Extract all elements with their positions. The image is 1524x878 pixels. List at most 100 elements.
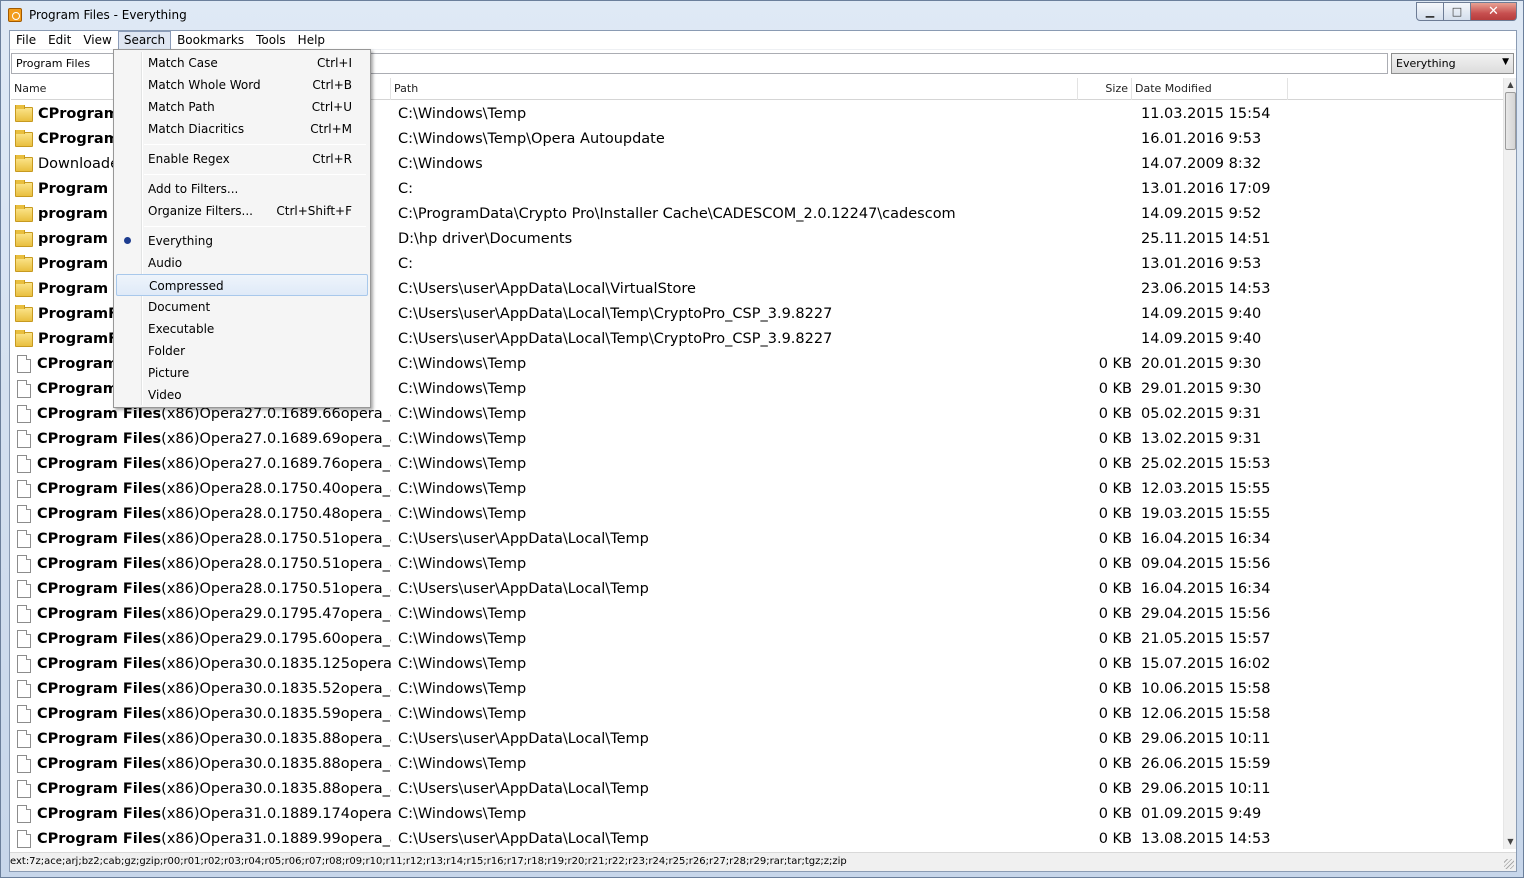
file-icon xyxy=(17,829,31,848)
table-row[interactable]: CProgram Files (x86)Opera28.0.1750.51ope… xyxy=(11,526,1503,551)
file-icon xyxy=(17,804,31,823)
filter-selected-value: Everything xyxy=(1396,57,1456,70)
cell-name: CProgram Files (x86)Opera27.0.1689.69ope… xyxy=(11,429,391,448)
menu-item-add-to-filters[interactable]: Add to Filters... xyxy=(116,178,368,200)
menu-item-filter-audio[interactable]: Audio xyxy=(116,252,368,274)
table-row[interactable]: CProgram Files (x86)Opera30.0.1835.88ope… xyxy=(11,751,1503,776)
table-row[interactable]: CProgram Files (x86)Opera30.0.1835.125op… xyxy=(11,651,1503,676)
title-bar[interactable]: Program Files - Everything ▁ □ ✕ xyxy=(1,1,1524,30)
cell-date-modified: 16.04.2015 16:34 xyxy=(1141,580,1271,597)
table-row[interactable]: CProgram Files (x86)Opera30.0.1835.59ope… xyxy=(11,701,1503,726)
menu-item-shortcut: Ctrl+U xyxy=(311,100,352,114)
menu-item-match-diacritics[interactable]: Match Diacritics Ctrl+M xyxy=(116,118,368,140)
file-icon xyxy=(17,779,31,798)
table-row[interactable]: CProgram Files (x86)Opera31.0.1889.99ope… xyxy=(11,826,1503,849)
cell-date-modified: 29.06.2015 10:11 xyxy=(1141,780,1271,797)
menu-item-filter-video[interactable]: Video xyxy=(116,384,368,406)
column-header-path[interactable]: Path xyxy=(391,78,1078,100)
status-text: ext:7z;ace;arj;bz2;cab;gz;gzip;r00;r01;r… xyxy=(10,856,847,867)
cell-date-modified: 13.01.2016 17:09 xyxy=(1141,180,1271,197)
table-row[interactable]: CProgram Files (x86)Opera31.0.1889.174op… xyxy=(11,801,1503,826)
name-match-text: program fi xyxy=(38,230,124,247)
menu-item-filter-compressed[interactable]: Compressed xyxy=(116,274,368,296)
table-row[interactable]: CProgram Files (x86)Opera28.0.1750.48ope… xyxy=(11,501,1503,526)
cell-name: CProgram Files (x86)Opera28.0.1750.48ope… xyxy=(11,504,391,523)
menu-item-filter-document[interactable]: Document xyxy=(116,296,368,318)
table-row[interactable]: CProgram Files (x86)Opera28.0.1750.51ope… xyxy=(11,576,1503,601)
table-row[interactable]: CProgram Files (x86)Opera30.0.1835.88ope… xyxy=(11,726,1503,751)
cell-date-modified: 25.02.2015 15:53 xyxy=(1141,455,1271,472)
table-row[interactable]: CProgram Files (x86)Opera27.0.1689.76ope… xyxy=(11,451,1503,476)
menu-view[interactable]: View xyxy=(77,31,117,50)
cell-path: C:\ProgramData\Crypto Pro\Installer Cach… xyxy=(398,205,956,222)
menu-bookmarks[interactable]: Bookmarks xyxy=(171,31,250,50)
menu-item-label: Enable Regex xyxy=(148,152,230,166)
column-header-date-modified[interactable]: Date Modified xyxy=(1132,78,1288,100)
cell-path: C:\Windows\Temp xyxy=(398,355,527,372)
menu-item-shortcut: Ctrl+B xyxy=(312,78,352,92)
minimize-button[interactable]: ▁ xyxy=(1416,2,1444,21)
name-match-text: CProgram Files xyxy=(37,705,162,722)
menu-item-filter-folder[interactable]: Folder xyxy=(116,340,368,362)
table-row[interactable]: CProgram Files (x86)Opera28.0.1750.40ope… xyxy=(11,476,1503,501)
cell-path: C:\Users\user\AppData\Local\Temp xyxy=(398,530,649,547)
table-row[interactable]: CProgram Files (x86)Opera29.0.1795.60ope… xyxy=(11,626,1503,651)
name-match-text: Program F xyxy=(38,180,124,197)
scroll-down-arrow-icon[interactable]: ▼ xyxy=(1504,835,1517,849)
menu-item-shortcut: Ctrl+I xyxy=(317,56,352,70)
menu-item-filter-executable[interactable]: Executable xyxy=(116,318,368,340)
cell-date-modified: 25.11.2015 14:51 xyxy=(1141,230,1271,247)
name-match-text: CProgram Files xyxy=(37,555,162,572)
table-row[interactable]: CProgram Files (x86)Opera30.0.1835.88ope… xyxy=(11,776,1503,801)
cell-name: CProgram Files (x86)Opera27.0.1689.76ope… xyxy=(11,454,391,473)
menu-item-enable-regex[interactable]: Enable Regex Ctrl+R xyxy=(116,148,368,170)
name-match-text: CProgram Files xyxy=(37,630,162,647)
name-rest-text: (x86)Opera31.0.1889.99opera_a... xyxy=(161,830,391,847)
name-match-text: CProgram xyxy=(37,355,118,372)
cell-date-modified: 14.09.2015 9:40 xyxy=(1141,305,1262,322)
filter-select[interactable]: Everything ▼ xyxy=(1391,53,1514,74)
cell-date-modified: 14.07.2009 8:32 xyxy=(1141,155,1262,172)
cell-size: 0 KB xyxy=(1098,630,1132,647)
file-icon xyxy=(17,379,31,398)
menu-separator xyxy=(144,226,366,227)
scroll-thumb[interactable] xyxy=(1505,92,1516,150)
resize-grip-icon[interactable] xyxy=(1504,859,1514,869)
table-row[interactable]: CProgram Files (x86)Opera29.0.1795.47ope… xyxy=(11,601,1503,626)
cell-date-modified: 15.07.2015 16:02 xyxy=(1141,655,1271,672)
menu-item-organize-filters[interactable]: Organize Filters... Ctrl+Shift+F xyxy=(116,200,368,222)
menu-item-match-case[interactable]: Match Case Ctrl+I xyxy=(116,52,368,74)
cell-path: C:\Windows\Temp xyxy=(398,480,527,497)
cell-date-modified: 10.06.2015 15:58 xyxy=(1141,680,1271,697)
menu-item-filter-everything[interactable]: Everything xyxy=(116,230,368,252)
menu-item-match-path[interactable]: Match Path Ctrl+U xyxy=(116,96,368,118)
file-icon xyxy=(17,479,31,498)
table-row[interactable]: CProgram Files (x86)Opera27.0.1689.69ope… xyxy=(11,426,1503,451)
menu-edit[interactable]: Edit xyxy=(42,31,77,50)
cell-size: 0 KB xyxy=(1098,555,1132,572)
scroll-up-arrow-icon[interactable]: ▲ xyxy=(1504,78,1517,92)
menu-tools[interactable]: Tools xyxy=(250,31,292,50)
cell-size: 0 KB xyxy=(1098,380,1132,397)
cell-size: 0 KB xyxy=(1098,505,1132,522)
file-icon xyxy=(17,454,31,473)
maximize-button[interactable]: □ xyxy=(1444,2,1471,21)
menu-search[interactable]: Search xyxy=(117,31,172,50)
menu-item-match-whole-word[interactable]: Match Whole Word Ctrl+B xyxy=(116,74,368,96)
cell-name: CProgram Files (x86)Opera31.0.1889.99ope… xyxy=(11,829,391,848)
table-row[interactable]: CProgram Files (x86)Opera28.0.1750.51ope… xyxy=(11,551,1503,576)
table-row[interactable]: CProgram Files (x86)Opera30.0.1835.52ope… xyxy=(11,676,1503,701)
name-match-text: CProgram Files xyxy=(37,505,162,522)
name-match-text: CProgram Files xyxy=(37,455,162,472)
menu-item-filter-picture[interactable]: Picture xyxy=(116,362,368,384)
menu-help[interactable]: Help xyxy=(292,31,331,50)
cell-size: 0 KB xyxy=(1098,480,1132,497)
name-rest-text: (x86)Opera28.0.1750.51opera_a... xyxy=(161,530,391,547)
menu-item-label: Organize Filters... xyxy=(148,204,253,218)
column-header-size[interactable]: Size xyxy=(1078,78,1132,100)
name-match-text: CProgram Files xyxy=(37,680,162,697)
menu-file[interactable]: File xyxy=(10,31,42,50)
menu-item-label: Audio xyxy=(148,256,183,270)
vertical-scrollbar[interactable]: ▲ ▼ xyxy=(1503,78,1516,849)
close-button[interactable]: ✕ xyxy=(1471,2,1517,21)
